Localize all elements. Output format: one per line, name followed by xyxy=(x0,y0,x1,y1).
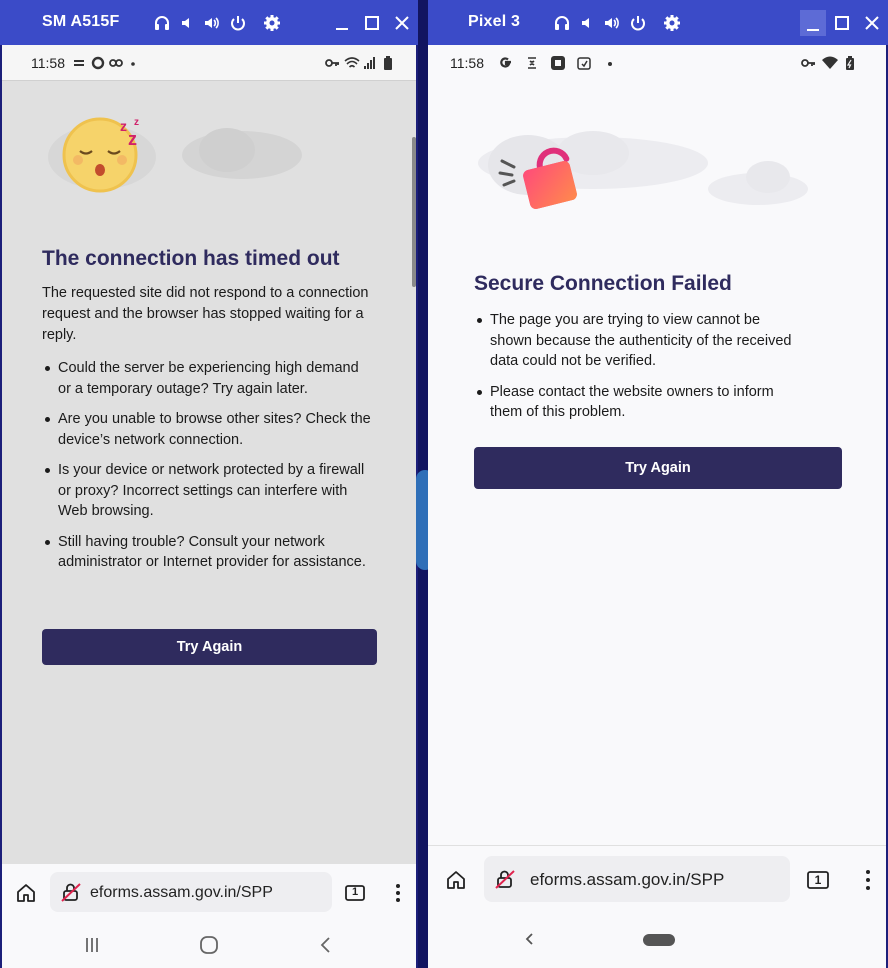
battery-charging-icon xyxy=(842,55,858,71)
address-bar: eforms.assam.gov.in/SPP 1 xyxy=(2,863,416,921)
more-notifications-dot-icon xyxy=(602,55,618,71)
more-notifications-dot-icon xyxy=(128,55,144,71)
list-item: Is your device or network protected by a… xyxy=(42,460,372,522)
link-icon xyxy=(108,55,124,71)
power-icon[interactable] xyxy=(628,13,648,33)
svg-text:z: z xyxy=(134,117,139,128)
power-icon[interactable] xyxy=(228,13,248,33)
back-icon[interactable] xyxy=(316,935,336,955)
error-details-list: The page you are trying to view cannot b… xyxy=(474,310,804,433)
photo-app-icon xyxy=(550,55,566,71)
vpn-key-icon xyxy=(324,55,340,71)
vpn-key-icon xyxy=(800,55,816,71)
error-title: The connection has timed out xyxy=(42,247,340,270)
phone-screen: 11:58 xyxy=(428,45,886,968)
signal-icon xyxy=(362,55,378,71)
back-icon[interactable] xyxy=(522,931,538,947)
try-again-button[interactable]: Try Again xyxy=(42,629,377,665)
list-item: Could the server be experiencing high de… xyxy=(42,358,372,399)
status-bar: 11:58 xyxy=(2,45,416,81)
emulator-window-pixel: Pixel 3 11:58 Secure Connection Failed T… xyxy=(428,0,888,968)
sleeping-face-illustration: z z z xyxy=(42,115,312,205)
volume-down-icon[interactable] xyxy=(578,13,598,33)
volume-up-icon[interactable] xyxy=(202,13,222,33)
list-item: Please contact the website owners to inf… xyxy=(474,382,804,423)
close-icon[interactable] xyxy=(862,13,882,33)
android-navigation-bar xyxy=(428,915,886,968)
url-text: eforms.assam.gov.in/SPP xyxy=(90,884,273,901)
svg-text:z: z xyxy=(128,129,137,149)
minimize-icon[interactable] xyxy=(800,10,826,36)
headphones-icon[interactable] xyxy=(152,13,172,33)
home-pill-icon[interactable] xyxy=(642,933,676,947)
close-icon[interactable] xyxy=(392,13,412,33)
status-bar: 11:58 xyxy=(428,45,886,81)
status-time: 11:58 xyxy=(31,55,65,71)
try-again-button[interactable]: Try Again xyxy=(474,447,842,489)
scrollbar-thumb[interactable] xyxy=(412,137,416,287)
headphones-icon[interactable] xyxy=(552,13,572,33)
url-field[interactable]: eforms.assam.gov.in/SPP xyxy=(484,856,790,902)
insecure-lock-icon xyxy=(494,868,516,890)
settings-gear-icon[interactable] xyxy=(262,13,282,33)
android-navigation-bar xyxy=(2,921,416,968)
volume-down-icon[interactable] xyxy=(178,13,198,33)
maximize-icon[interactable] xyxy=(362,13,382,33)
volume-up-icon[interactable] xyxy=(602,13,622,33)
list-item: Still having trouble? Consult your netwo… xyxy=(42,532,372,573)
list-item: The page you are trying to view cannot b… xyxy=(474,310,804,372)
window-title: SM A515F xyxy=(42,13,120,30)
minimize-icon[interactable] xyxy=(332,13,352,33)
emulator-window-samsung: SM A515F 11:58 z z z The connection has … xyxy=(0,0,418,968)
window-titlebar: Pixel 3 xyxy=(428,0,888,45)
alarm-icon xyxy=(576,55,592,71)
url-text: eforms.assam.gov.in/SPP xyxy=(530,870,725,889)
settings-gear-icon[interactable] xyxy=(662,13,682,33)
url-field[interactable]: eforms.assam.gov.in/SPP xyxy=(50,872,332,912)
tabs-count: 1 xyxy=(351,886,359,898)
wifi-icon xyxy=(344,55,360,71)
home-icon[interactable] xyxy=(444,868,468,892)
battery-icon xyxy=(380,55,396,71)
window-title: Pixel 3 xyxy=(468,13,521,30)
google-icon xyxy=(498,55,514,71)
address-bar: eforms.assam.gov.in/SPP 1 xyxy=(428,845,886,915)
error-title: Secure Connection Failed xyxy=(474,272,732,295)
window-titlebar: SM A515F xyxy=(0,0,418,45)
troubleshooting-list: Could the server be experiencing high de… xyxy=(42,358,372,583)
recent-apps-icon[interactable] xyxy=(82,935,102,955)
sync-icon xyxy=(90,55,106,71)
tabs-count: 1 xyxy=(814,873,822,887)
menu-kebab-icon[interactable] xyxy=(856,868,880,892)
home-button-icon[interactable] xyxy=(198,934,220,956)
tabs-counter-button[interactable]: 1 xyxy=(806,868,830,892)
wifi-icon xyxy=(822,55,838,71)
phone-screen: 11:58 xyxy=(2,45,416,968)
tabs-counter-button[interactable]: 1 xyxy=(343,881,367,905)
status-time: 11:58 xyxy=(450,55,484,71)
menu-kebab-icon[interactable] xyxy=(386,881,410,905)
list-item: Are you unable to browse other sites? Ch… xyxy=(42,409,372,450)
error-description: The requested site did not respond to a … xyxy=(42,285,369,343)
notification-icon xyxy=(72,55,88,71)
svg-text:z: z xyxy=(120,118,127,134)
home-icon[interactable] xyxy=(14,881,38,905)
maximize-icon[interactable] xyxy=(832,13,852,33)
insecure-lock-icon xyxy=(60,881,82,903)
broken-lock-illustration xyxy=(478,125,808,215)
app-notification-icon xyxy=(524,55,540,71)
